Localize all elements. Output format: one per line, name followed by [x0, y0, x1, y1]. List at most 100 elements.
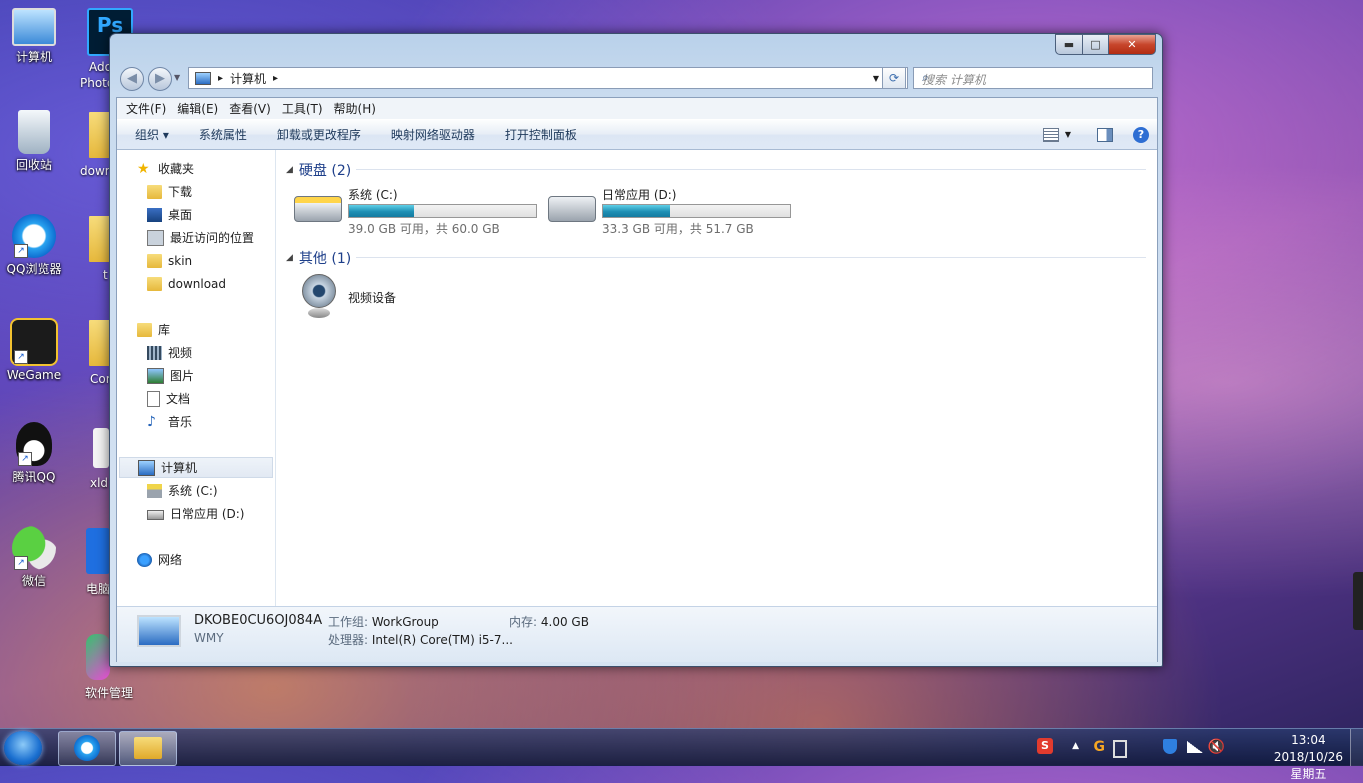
navigation-pane: ★ 收藏夹 下载 桌面 最近访问的位置 skin download 库 视频 图… [117, 150, 276, 606]
menu-view[interactable]: 查看(V) [229, 100, 271, 117]
recent-pages-dropdown[interactable]: ▼ [174, 73, 180, 82]
start-button[interactable] [4, 731, 42, 765]
drive-free-space: 33.3 GB 可用，共 51.7 GB [602, 222, 754, 236]
music-library-icon: ♪ [147, 413, 156, 430]
nav-libraries-label: 库 [158, 323, 171, 337]
help-icon[interactable]: ? [1133, 126, 1149, 143]
nav-label: 视频 [168, 346, 193, 360]
pc-manager-label: 电脑 [86, 582, 111, 596]
minimize-button[interactable]: ▬ [1055, 34, 1083, 55]
group-title: 其他 (1) [298, 251, 352, 267]
desktop-icon [147, 207, 162, 222]
group-divider [356, 257, 1146, 258]
video-library-icon [147, 345, 162, 360]
drive-usage-bar [348, 204, 537, 218]
recent-places-icon [147, 229, 164, 246]
breadcrumb-separator[interactable]: ▸ [273, 73, 278, 84]
drive-name: 日常应用 (D:) [602, 188, 677, 202]
clock-date: 2018/10/26 星期五 [1273, 750, 1343, 781]
breadcrumb-separator[interactable]: ▸ [218, 73, 223, 84]
drive-c[interactable]: 系统 (C:) 39.0 GB 可用，共 60.0 GB [294, 186, 544, 236]
usb-tray-icon[interactable] [1113, 740, 1127, 758]
search-input[interactable]: 搜索 计算机 ⌕ [913, 67, 1153, 89]
view-dropdown-icon[interactable]: ▼ [1065, 130, 1071, 139]
folder-label: t [103, 268, 108, 282]
preview-pane-icon[interactable] [1097, 127, 1113, 142]
nav-computer[interactable]: 计算机 [119, 457, 273, 478]
file-icon[interactable] [93, 428, 109, 468]
organize-button[interactable]: 组织 ▾ [135, 126, 169, 143]
back-button[interactable]: ◀ [120, 67, 144, 91]
show-hidden-icons-button[interactable]: ▲ [1072, 741, 1079, 751]
drive-name: 系统 (C:) [348, 188, 398, 202]
memory-row: 内存: 4.00 GB [509, 613, 589, 630]
computer-icon [12, 8, 56, 46]
search-icon[interactable]: ⌕ [922, 70, 1146, 85]
menu-edit[interactable]: 编辑(E) [177, 100, 218, 117]
menu-help[interactable]: 帮助(H) [334, 100, 376, 117]
taskbar: S ▲ G 🔇 13:04 2018/10/26 星期五 [0, 728, 1363, 781]
collapse-triangle-icon[interactable]: ◢ [286, 253, 293, 263]
address-dropdown-icon[interactable]: ▼ [873, 74, 879, 83]
clock[interactable]: 13:04 2018/10/26 星期五 [1274, 732, 1343, 783]
sogou-input-icon[interactable]: S [1037, 738, 1053, 754]
drive-d[interactable]: 日常应用 (D:) 33.3 GB 可用，共 51.7 GB [548, 186, 798, 236]
nav-network-label: 网络 [158, 553, 183, 567]
desktop-icon-label: WeGame [6, 368, 62, 382]
drive-icon [147, 510, 164, 520]
computer-large-icon [137, 615, 181, 647]
nav-label: 桌面 [168, 208, 193, 222]
desktop-icon-qq-browser[interactable]: ↗ QQ浏览器 [1, 214, 67, 277]
show-desktop-button[interactable] [1350, 729, 1363, 766]
desktop-icon-recycle-bin[interactable]: 回收站 [1, 110, 67, 173]
menu-file[interactable]: 文件(F) [126, 100, 166, 117]
taskbar-explorer[interactable] [119, 731, 177, 766]
drive-free-space: 39.0 GB 可用，共 60.0 GB [348, 222, 500, 236]
group-header-other[interactable]: ◢ 其他 (1) [286, 248, 351, 268]
change-view-icon[interactable] [1042, 127, 1059, 142]
g-app-tray-icon[interactable]: G [1094, 739, 1106, 755]
refresh-button[interactable]: ⟳ [882, 67, 906, 89]
pc-manager-icon[interactable] [86, 528, 110, 574]
workgroup-label: 工作组: [328, 615, 369, 629]
desktop-icon-wegame[interactable]: ↗ WeGame [1, 318, 67, 382]
menu-bar: 文件(F) 编辑(E) 查看(V) 工具(T) 帮助(H) [117, 98, 1157, 119]
nav-label: skin [168, 253, 193, 268]
desktop-icon-wechat[interactable]: ↗ 微信 [1, 526, 67, 589]
nav-network[interactable]: 网络 [137, 549, 293, 570]
system-properties-button[interactable]: 系统属性 [199, 126, 247, 143]
forward-button[interactable]: ▶ [148, 67, 172, 91]
clock-time: 13:04 [1291, 733, 1326, 747]
breadcrumb-computer[interactable]: 计算机 [230, 70, 266, 87]
drive-usage-fill [603, 205, 670, 217]
video-device-item[interactable]: 视频设备 [302, 274, 422, 322]
nav-favorites[interactable]: ★ 收藏夹 [137, 158, 293, 179]
maximize-button[interactable]: □ [1083, 34, 1109, 55]
folder-label: Cor [90, 372, 111, 386]
drive-usage-fill [349, 205, 415, 217]
security-shield-icon[interactable] [1163, 739, 1177, 754]
nav-computer-label: 计算机 [161, 461, 198, 475]
open-control-panel-button[interactable]: 打开控制面板 [505, 126, 577, 143]
close-button[interactable]: ✕ [1109, 34, 1156, 55]
address-bar[interactable]: ▸ 计算机 ▸ ▼ [188, 67, 908, 89]
collapse-triangle-icon[interactable]: ◢ [286, 165, 293, 175]
command-bar-right: ▼ ? [1042, 120, 1157, 149]
downloads-folder-icon [147, 184, 162, 199]
processor-label: 处理器: [328, 633, 369, 647]
volume-muted-icon[interactable]: 🔇 [1208, 739, 1225, 755]
desktop-icon-label: QQ浏览器 [6, 262, 62, 276]
menu-tools[interactable]: 工具(T) [282, 100, 323, 117]
desktop-icon-computer[interactable]: 计算机 [1, 8, 67, 65]
folder-icon [147, 276, 162, 291]
taskbar-qq-browser[interactable] [58, 731, 116, 766]
desktop-edge-handle[interactable] [1353, 572, 1363, 630]
desktop-icon-qq[interactable]: ↗ 腾讯QQ [1, 422, 67, 485]
software-manager-icon[interactable] [86, 634, 110, 680]
shortcut-arrow-icon: ↗ [14, 244, 28, 258]
map-network-drive-button[interactable]: 映射网络驱动器 [391, 126, 475, 143]
uninstall-program-button[interactable]: 卸载或更改程序 [277, 126, 361, 143]
group-header-hard-disks[interactable]: ◢ 硬盘 (2) [286, 160, 351, 180]
network-signal-icon[interactable] [1187, 741, 1203, 753]
nav-libraries[interactable]: 库 [137, 319, 293, 340]
